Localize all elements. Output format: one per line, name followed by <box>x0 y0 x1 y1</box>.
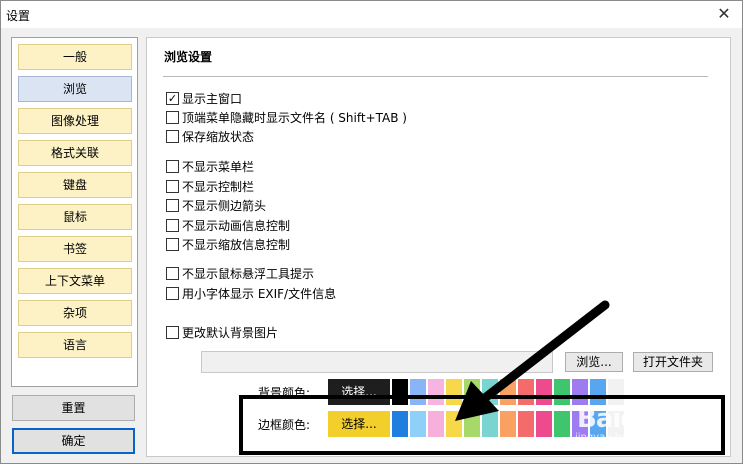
border-color-swatch-1[interactable] <box>392 411 408 437</box>
checkbox-label: 不显示缩放信息控制 <box>182 237 291 252</box>
checkbox-small-font-exif[interactable]: 用小字体显示 EXIF/文件信息 <box>166 285 336 301</box>
sidebar-item-file-association[interactable]: 格式关联 <box>18 140 132 166</box>
checkbox-label: 不显示侧边箭头 <box>182 198 267 213</box>
checkbox-show-main-window[interactable]: ✓ 显示主窗口 <box>166 90 242 106</box>
checkbox-label: 不显示菜单栏 <box>182 159 255 174</box>
border-color-swatch-3[interactable] <box>428 411 444 437</box>
sidebar-item-image-processing[interactable]: 图像处理 <box>18 108 132 134</box>
title-bar: 设置 ✕ <box>1 1 742 28</box>
border-color-swatch-10[interactable] <box>554 411 570 437</box>
background-color-swatch-12[interactable] <box>590 379 606 405</box>
checkbox-label: 不显示鼠标悬浮工具提示 <box>182 266 315 281</box>
checkbox-hide-control-bar[interactable]: 不显示控制栏 <box>166 178 254 194</box>
background-color-swatch-2[interactable] <box>410 379 426 405</box>
background-color-choose-button[interactable]: 选择... <box>328 379 390 405</box>
checkbox-icon[interactable] <box>166 325 179 339</box>
checkbox-icon[interactable] <box>166 110 179 124</box>
border-color-swatch-8[interactable] <box>518 411 534 437</box>
checkbox-label: 用小字体显示 EXIF/文件信息 <box>182 286 337 301</box>
checkbox-icon[interactable] <box>166 266 179 280</box>
checkbox-icon[interactable] <box>166 218 179 232</box>
browse-settings-panel: 浏览设置 ✓ 显示主窗口 顶端菜单隐藏时显示文件名 ( Shift+TAB ) … <box>146 37 731 457</box>
border-color-label: 边框颜色: <box>258 418 311 432</box>
background-color-swatch-6[interactable] <box>482 379 498 405</box>
background-color-swatch-11[interactable] <box>572 379 588 405</box>
checkbox-save-zoom-state[interactable]: 保存缩放状态 <box>166 128 254 144</box>
settings-category-list: 一般 浏览 图像处理 格式关联 键盘 鼠标 书签 上下文菜单 杂项 语言 <box>11 37 138 387</box>
checkbox-icon[interactable] <box>166 179 179 193</box>
checkbox-icon[interactable] <box>166 159 179 173</box>
divider <box>163 76 708 77</box>
checkbox-label: 顶端菜单隐藏时显示文件名 ( Shift+TAB ) <box>182 110 407 125</box>
sidebar-item-general[interactable]: 一般 <box>18 44 132 70</box>
checkbox-label: 不显示动画信息控制 <box>182 218 291 233</box>
window-title: 设置 <box>6 9 31 23</box>
sidebar-item-browse[interactable]: 浏览 <box>18 76 132 102</box>
checkbox-change-default-background[interactable]: 更改默认背景图片 <box>166 324 278 340</box>
background-color-swatch-10[interactable] <box>554 379 570 405</box>
checkbox-hide-side-arrows[interactable]: 不显示侧边箭头 <box>166 197 266 213</box>
border-color-swatch-4[interactable] <box>446 411 462 437</box>
background-image-path-input[interactable] <box>201 351 553 373</box>
checkbox-checked-icon[interactable]: ✓ <box>166 91 179 105</box>
browse-button[interactable]: 浏览... <box>565 352 623 372</box>
checkbox-icon[interactable] <box>166 237 179 251</box>
checkbox-hide-animation-info[interactable]: 不显示动画信息控制 <box>166 217 290 233</box>
sidebar-item-bookmarks[interactable]: 书签 <box>18 236 132 262</box>
background-color-swatch-7[interactable] <box>500 379 516 405</box>
border-color-swatch-12[interactable] <box>590 411 606 437</box>
sidebar-item-mouse[interactable]: 鼠标 <box>18 204 132 230</box>
border-color-swatch-11[interactable] <box>572 411 588 437</box>
background-color-swatches <box>392 379 624 405</box>
background-color-swatch-9[interactable] <box>536 379 552 405</box>
background-color-swatch-5[interactable] <box>464 379 480 405</box>
background-color-swatch-4[interactable] <box>446 379 462 405</box>
sidebar-item-language[interactable]: 语言 <box>18 332 132 358</box>
checkbox-hide-menubar[interactable]: 不显示菜单栏 <box>166 158 254 174</box>
panel-title: 浏览设置 <box>164 50 213 64</box>
border-color-swatch-7[interactable] <box>500 411 516 437</box>
checkbox-label: 更改默认背景图片 <box>182 325 279 340</box>
background-color-swatch-13[interactable] <box>608 379 624 405</box>
checkbox-icon[interactable] <box>166 198 179 212</box>
border-color-swatch-13[interactable] <box>608 411 624 437</box>
sidebar-item-context-menu[interactable]: 上下文菜单 <box>18 268 132 294</box>
settings-window: 设置 ✕ 一般 浏览 图像处理 格式关联 键盘 鼠标 书签 上下文菜单 杂项 语… <box>0 0 743 464</box>
reset-button[interactable]: 重置 <box>12 395 135 421</box>
open-folder-button[interactable]: 打开文件夹 <box>633 352 713 372</box>
border-color-swatch-5[interactable] <box>464 411 480 437</box>
checkbox-hide-mouse-tooltip[interactable]: 不显示鼠标悬浮工具提示 <box>166 265 314 281</box>
checkbox-hide-zoom-info[interactable]: 不显示缩放信息控制 <box>166 236 290 252</box>
checkbox-label: 不显示控制栏 <box>182 179 255 194</box>
border-color-swatches <box>392 411 624 437</box>
sidebar-item-keyboard[interactable]: 键盘 <box>18 172 132 198</box>
close-icon[interactable]: ✕ <box>714 4 734 24</box>
border-color-choose-button[interactable]: 选择... <box>328 411 390 437</box>
checkbox-label: 保存缩放状态 <box>182 129 255 144</box>
border-color-swatch-9[interactable] <box>536 411 552 437</box>
border-color-swatch-6[interactable] <box>482 411 498 437</box>
sidebar-item-misc[interactable]: 杂项 <box>18 300 132 326</box>
checkbox-icon[interactable] <box>166 286 179 300</box>
background-color-label: 背景颜色: <box>258 386 311 400</box>
ok-button[interactable]: 确定 <box>12 428 135 454</box>
background-color-swatch-8[interactable] <box>518 379 534 405</box>
checkbox-label: 显示主窗口 <box>182 91 243 106</box>
background-color-swatch-3[interactable] <box>428 379 444 405</box>
background-color-swatch-1[interactable] <box>392 379 408 405</box>
checkbox-show-filename-when-menu-hidden[interactable]: 顶端菜单隐藏时显示文件名 ( Shift+TAB ) <box>166 109 407 125</box>
border-color-swatch-2[interactable] <box>410 411 426 437</box>
checkbox-icon[interactable] <box>166 129 179 143</box>
